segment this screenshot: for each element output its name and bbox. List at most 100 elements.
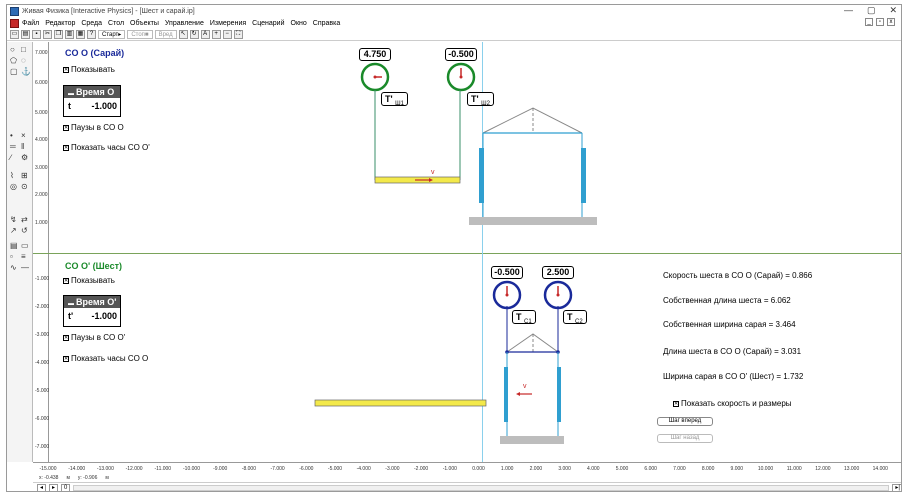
rectangle-tool-icon[interactable]: □ (21, 46, 29, 54)
arrow-tool-icon[interactable]: ↖ (178, 30, 188, 39)
resting-pole[interactable] (314, 399, 487, 407)
cursor-unit-y: м (105, 475, 109, 481)
barn-door-right[interactable] (581, 148, 586, 203)
point-tool-icon[interactable]: • (10, 132, 18, 140)
menu-view[interactable]: Стол (108, 20, 124, 27)
show-speed-checkbox[interactable]: ✕ Показать скорость и размеры (673, 399, 792, 408)
barn-door-right[interactable] (557, 367, 561, 422)
cursor-unit-x: м (66, 475, 70, 481)
menu-measure[interactable]: Измерения (210, 20, 246, 27)
separator-tool-icon[interactable]: ‖ (21, 143, 29, 151)
copy-icon[interactable]: ❐ (54, 30, 63, 39)
x-tick: -9.000 (213, 466, 228, 472)
circle-tool-icon[interactable]: ○ (10, 46, 18, 54)
toolbar: ▭ ▤ ▪ ✂ ❐ ▥ ▦ ? Старт▸ Стоп■ Вред ↖ ↻ A … (7, 29, 901, 41)
force-tool-icon[interactable]: ↗ (10, 227, 18, 235)
x-tick: 0.000 (472, 466, 485, 472)
print-icon[interactable]: ▦ (76, 30, 85, 39)
barn-door-left[interactable] (504, 367, 508, 422)
bottom-velocity-label: v (523, 383, 527, 390)
rope-tool-icon[interactable]: ∕ (10, 154, 18, 162)
app-window: Живая Физика [Interactive Physics] - [Ше… (6, 4, 902, 492)
fit-view-icon[interactable]: ⛶ (233, 30, 243, 39)
barn-ground (469, 217, 597, 225)
gear-tool-icon[interactable]: ⚙ (21, 154, 29, 162)
menu-window[interactable]: Окно (291, 20, 307, 27)
simulation-canvas[interactable]: 7.000 6.000 5.000 4.000 3.000 2.000 1.00… (33, 42, 901, 462)
frame-back-button[interactable]: ◂ (37, 483, 47, 491)
damper-tool-icon[interactable]: ⊞ (21, 172, 29, 180)
x-tick: 12.000 (815, 466, 831, 472)
window-title: Живая Физика [Interactive Physics] - [Ше… (22, 7, 195, 15)
x-tick: 10.000 (757, 466, 774, 472)
open-folder-icon[interactable]: ▤ (21, 30, 30, 39)
wave-tool-icon[interactable]: ∿ (10, 264, 18, 272)
menu-file[interactable]: Файл (22, 20, 39, 27)
x-tick: -3.000 (385, 466, 400, 472)
cut-icon[interactable]: ✂ (43, 30, 52, 39)
button-tool-icon[interactable]: ▫ (10, 253, 18, 261)
line-tool-icon[interactable]: — (21, 264, 29, 272)
close-button[interactable]: ✕ (889, 5, 897, 16)
curve-tool-icon[interactable]: ◌ (21, 57, 29, 65)
rod-tool-icon[interactable]: ═ (10, 143, 18, 151)
top-velocity-label: v (431, 169, 435, 176)
zoom-in-icon[interactable]: + (211, 30, 221, 39)
x-tick: -13.000 (96, 466, 114, 472)
joint-tool-icon[interactable]: ⊙ (21, 183, 29, 191)
square-tool-icon[interactable]: ▢ (10, 68, 18, 76)
x-tick: 8.000 (701, 466, 715, 472)
mdi-minimize-button[interactable]: _ (865, 18, 873, 26)
new-file-icon[interactable]: ▭ (10, 30, 19, 39)
stop-button[interactable]: Стоп■ (127, 30, 153, 39)
menu-object[interactable]: Объекты (130, 20, 159, 27)
menu-define[interactable]: Управление (165, 20, 204, 27)
paste-icon[interactable]: ▥ (65, 30, 74, 39)
document-icon[interactable] (10, 18, 19, 28)
menu-help[interactable]: Справка (313, 20, 340, 27)
x-tick: -11.000 (154, 466, 172, 472)
minimize-button[interactable]: — (844, 5, 853, 16)
x-tick: 6.000 (644, 466, 657, 472)
polygon-tool-icon[interactable]: ⬠ (10, 57, 18, 65)
top-scene (374, 90, 597, 225)
meter-tool-icon[interactable]: ▤ (10, 242, 18, 250)
barn-door-left[interactable] (479, 148, 484, 203)
checkbox-mark-icon: ✕ (673, 400, 679, 407)
text-tool-icon[interactable]: A (200, 30, 210, 39)
reset-button[interactable]: Вред (154, 30, 177, 39)
save-icon[interactable]: ▪ (32, 30, 41, 39)
help-icon[interactable]: ? (87, 30, 96, 39)
step-forward-button[interactable]: Шаг вперед (657, 417, 713, 426)
start-button[interactable]: Старт▸ (98, 30, 126, 39)
slider-tool-icon[interactable]: ▭ (21, 242, 29, 250)
menu-bar: Файл Редактор Среда Стол Объекты Управле… (7, 17, 901, 29)
zoom-out-icon[interactable]: − (222, 30, 232, 39)
motor-tool-icon[interactable]: ↯ (10, 216, 18, 224)
spring-tool-icon[interactable]: ⌇ (10, 172, 18, 180)
playback-end-button[interactable]: ▸| (892, 483, 901, 491)
menu-edit[interactable]: Редактор (45, 20, 75, 27)
frame-forward-button[interactable]: ▸ (49, 483, 59, 491)
frame-counter: 0 (61, 483, 71, 491)
maximize-button[interactable]: ▢ (867, 5, 876, 16)
mdi-close-button[interactable]: x (887, 18, 895, 26)
menu-script[interactable]: Сценарий (252, 20, 284, 27)
x-tick: -2.000 (414, 466, 429, 472)
barn-width-o1-text: Ширина сарая в CO O' (Шест) = 1.732 (663, 372, 804, 381)
x-tick: 4.000 (587, 466, 600, 472)
x-tick: -5.000 (327, 466, 343, 472)
menu-world[interactable]: Среда (81, 20, 102, 27)
slot-tool-icon[interactable]: × (21, 132, 29, 140)
pulley-tool-icon[interactable]: ◎ (10, 183, 18, 191)
text-box-tool-icon[interactable]: ≡ (21, 253, 29, 261)
step-back-button[interactable]: Шаг назад (657, 434, 713, 443)
x-tick: -6.000 (299, 466, 314, 472)
rotate-tool-icon[interactable]: ↻ (189, 30, 199, 39)
playback-track[interactable] (73, 484, 890, 491)
actuator-tool-icon[interactable]: ⇄ (21, 216, 29, 224)
mdi-restore-button[interactable]: ▫ (876, 18, 884, 26)
x-tick: 7.000 (673, 466, 686, 472)
torque-tool-icon[interactable]: ↺ (21, 227, 29, 235)
anchor-tool-icon[interactable]: ⚓ (21, 68, 31, 76)
